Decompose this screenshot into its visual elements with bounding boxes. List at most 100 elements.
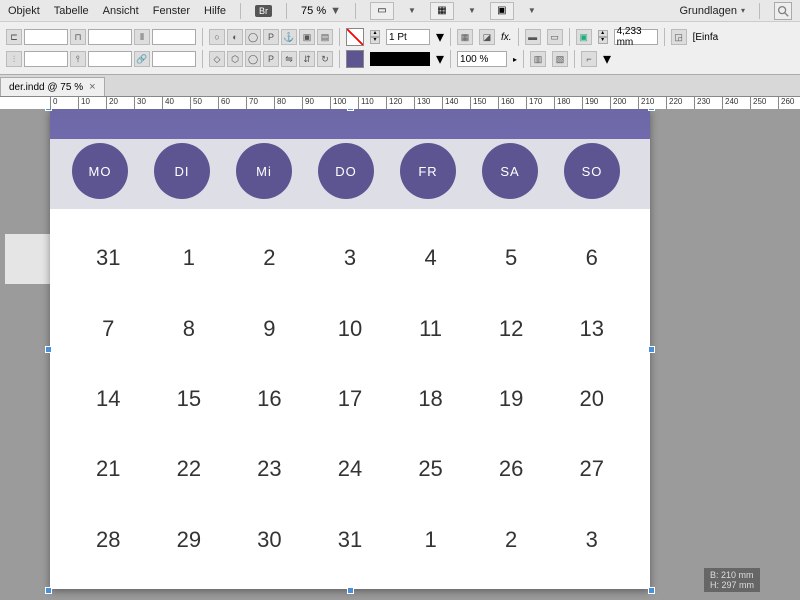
calendar-cell: 1 [390, 505, 471, 575]
text-wrap-none-icon[interactable]: ▬ [525, 29, 541, 45]
w-field[interactable] [152, 29, 196, 45]
calendar-cell: 5 [471, 223, 552, 293]
canvas-area[interactable]: MODIMiDOFRSASO 3112345678910111213141516… [0, 109, 800, 600]
fill-swatch[interactable] [346, 50, 364, 68]
workspace-dropdown[interactable]: Grundlagen ▾ [679, 5, 745, 17]
calendar-cell: 27 [551, 434, 632, 504]
text-frame2-icon[interactable]: P [263, 51, 279, 67]
bridge-button[interactable]: Br [255, 5, 272, 17]
menu-objekt[interactable]: Objekt [8, 5, 40, 17]
weekday-strip: MODIMiDOFRSASO [50, 139, 650, 209]
effects-icon[interactable]: ▦ [457, 29, 473, 45]
field2b[interactable] [88, 51, 132, 67]
shape3-icon[interactable]: ◯ [245, 51, 261, 67]
rotate-icon[interactable]: ↻ [317, 51, 333, 67]
align-group: ⊏ ⊓ ⫴ [6, 29, 196, 45]
screen-mode-icon[interactable]: ▭ [370, 2, 394, 20]
separator [569, 28, 570, 46]
stroke-weight-spinner[interactable]: ▴▾ [370, 30, 380, 44]
align-center-h-icon[interactable]: ⫶ [6, 51, 22, 67]
fit-spinner[interactable]: ▴▾ [598, 30, 608, 44]
subtract-icon[interactable]: ◐ [227, 29, 243, 45]
separator [339, 50, 340, 68]
anchor-icon[interactable]: ⚓ [281, 29, 297, 45]
wrap2-icon[interactable]: ▤ [317, 29, 333, 45]
opacity-arrow[interactable]: ▸ [513, 55, 517, 64]
field2c[interactable] [152, 51, 196, 67]
close-icon[interactable]: × [89, 81, 95, 93]
calendar-cell: 31 [68, 223, 149, 293]
calendar-cell: 23 [229, 434, 310, 504]
field2a[interactable] [24, 51, 68, 67]
stroke-none-swatch[interactable] [346, 28, 364, 46]
stroke-style[interactable] [370, 52, 430, 66]
drop-shadow-icon[interactable]: ◪ [479, 29, 495, 45]
distribute-icon[interactable]: ⫴ [134, 29, 150, 45]
shape2-icon[interactable]: ⬡ [227, 51, 243, 67]
separator [450, 50, 451, 68]
calendar-cell: 8 [149, 293, 230, 363]
zoom-dropdown[interactable]: 75 % ▼ [301, 5, 341, 17]
calendar-cell: 2 [471, 505, 552, 575]
flip-h-icon[interactable]: ⇋ [281, 51, 297, 67]
calendar-cell: 9 [229, 293, 310, 363]
view-icon[interactable]: ▣ [490, 2, 514, 20]
chevron-down-icon: ▾ [436, 27, 444, 47]
menu-hilfe[interactable]: Hilfe [204, 5, 226, 17]
search-button[interactable] [774, 2, 792, 20]
calendar-cell: 7 [68, 293, 149, 363]
calendar-cell: 1 [149, 223, 230, 293]
shape1-icon[interactable]: ◇ [209, 51, 225, 67]
calendar-body: 3112345678910111213141516171819202122232… [50, 209, 650, 589]
intersect-icon[interactable]: ◯ [245, 29, 261, 45]
align-left-icon[interactable]: ⊏ [6, 29, 22, 45]
weekday-circle: DI [154, 143, 210, 199]
measurement-field[interactable]: 4,233 mm [614, 29, 658, 45]
document-tab[interactable]: der.indd @ 75 % × [0, 77, 105, 96]
separator [518, 28, 519, 46]
chevron-down-icon: ▼ [468, 6, 476, 15]
corner-icon[interactable]: ◲ [671, 29, 687, 45]
align-top-icon[interactable]: ⊓ [70, 29, 86, 45]
link-icon[interactable]: 🔗 [134, 51, 150, 67]
calendar-cell: 14 [68, 364, 149, 434]
wrap-icon[interactable]: ▣ [299, 29, 315, 45]
y-field[interactable] [88, 29, 132, 45]
separator [574, 50, 575, 68]
chevron-down-icon: ▼ [330, 5, 341, 17]
document-page[interactable]: MODIMiDOFRSASO 3112345678910111213141516… [50, 109, 650, 589]
separator [286, 3, 287, 19]
text-frame-icon[interactable]: P [263, 29, 279, 45]
corner-style-icon[interactable]: ⌐ [581, 51, 597, 67]
menu-ansicht[interactable]: Ansicht [103, 5, 139, 17]
frame-fit-icon[interactable]: ▣ [576, 29, 592, 45]
align-center-v-icon[interactable]: ⫯ [70, 51, 86, 67]
calendar-cell: 11 [390, 293, 471, 363]
separator [202, 50, 203, 68]
stroke-weight-field[interactable]: 1 Pt [386, 29, 430, 45]
wrap-jump-icon[interactable]: ▥ [530, 51, 546, 67]
unite-icon[interactable]: ○ [209, 29, 225, 45]
tab-filename: der.indd @ 75 % [9, 82, 83, 93]
calendar-cell: 2 [229, 223, 310, 293]
tab-bar: der.indd @ 75 % × [0, 75, 800, 97]
menu-fenster[interactable]: Fenster [153, 5, 190, 17]
wrap-ignore-icon[interactable]: ▧ [552, 51, 568, 67]
calendar-cell: 4 [390, 223, 471, 293]
weekday-circle: Mi [236, 143, 292, 199]
control-strip: ⊏ ⊓ ⫴ ○ ◐ ◯ P ⚓ ▣ ▤ ▴▾ 1 Pt ▾ ▦ ◪ fx. ▬ … [0, 22, 800, 75]
x-field[interactable] [24, 29, 68, 45]
chevron-down-icon: ▼ [528, 6, 536, 15]
opacity-field[interactable]: 100 % [457, 51, 507, 67]
arrange-icon[interactable]: ▦ [430, 2, 454, 20]
fx-label[interactable]: fx. [501, 32, 512, 43]
calendar-cell: 29 [149, 505, 230, 575]
calendar-cell: 20 [551, 364, 632, 434]
page-header-banner [50, 109, 650, 139]
calendar-cell: 16 [229, 364, 310, 434]
menu-tabelle[interactable]: Tabelle [54, 5, 89, 17]
flip-v-icon[interactable]: ⇵ [299, 51, 315, 67]
separator [339, 28, 340, 46]
calendar-cell: 15 [149, 364, 230, 434]
text-wrap-bound-icon[interactable]: ▭ [547, 29, 563, 45]
